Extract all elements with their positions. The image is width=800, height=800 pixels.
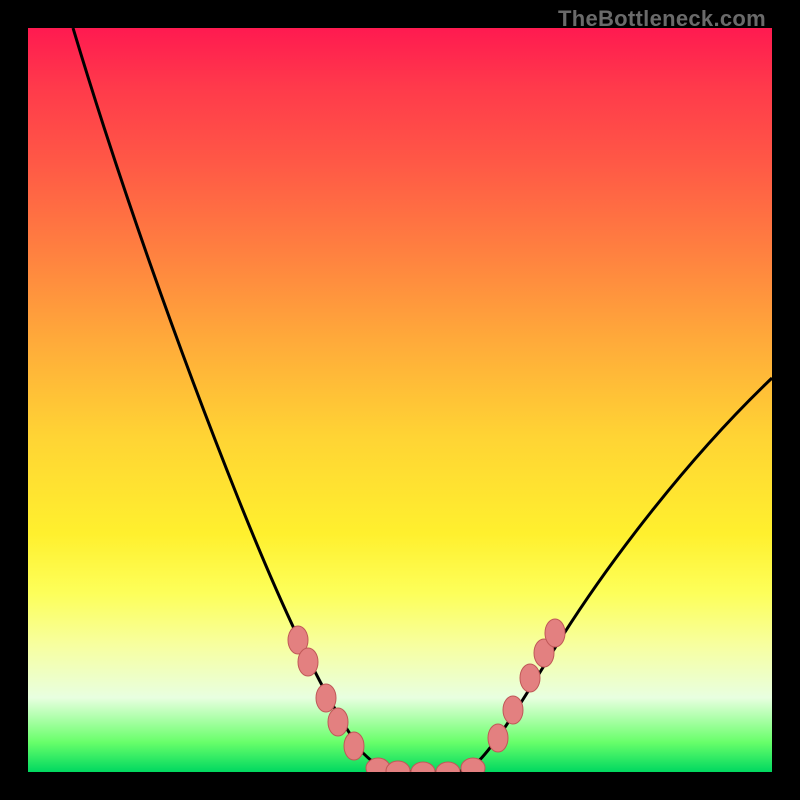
- dot: [386, 761, 410, 772]
- dot-cluster-right: [488, 619, 565, 752]
- plot-area: [28, 28, 772, 772]
- dot-cluster-floor: [366, 758, 485, 772]
- dot: [298, 648, 318, 676]
- dot: [488, 724, 508, 752]
- dot: [328, 708, 348, 736]
- dot: [436, 762, 460, 772]
- dot: [344, 732, 364, 760]
- dot: [411, 762, 435, 772]
- dot: [520, 664, 540, 692]
- outer-frame: TheBottleneck.com: [0, 0, 800, 800]
- watermark-text: TheBottleneck.com: [558, 6, 766, 32]
- dot: [503, 696, 523, 724]
- dot: [316, 684, 336, 712]
- chart-svg: [28, 28, 772, 772]
- left-curve: [73, 28, 393, 770]
- dot: [545, 619, 565, 647]
- dot-cluster-left: [288, 626, 364, 760]
